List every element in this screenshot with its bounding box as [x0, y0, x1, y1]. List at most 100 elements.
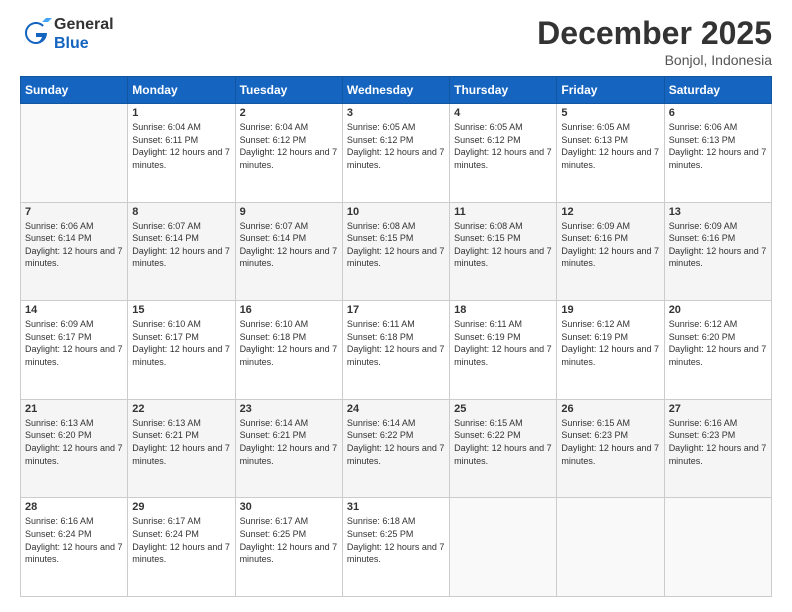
day-number: 23	[240, 403, 338, 415]
day-info: Sunrise: 6:08 AMSunset: 6:15 PMDaylight:…	[347, 220, 445, 270]
day-info: Sunrise: 6:06 AMSunset: 6:13 PMDaylight:…	[669, 121, 767, 171]
day-info: Sunrise: 6:04 AMSunset: 6:12 PMDaylight:…	[240, 121, 338, 171]
calendar-cell: 19Sunrise: 6:12 AMSunset: 6:19 PMDayligh…	[557, 301, 664, 400]
day-info: Sunrise: 6:15 AMSunset: 6:22 PMDaylight:…	[454, 417, 552, 467]
day-number: 27	[669, 403, 767, 415]
calendar-cell: 20 Sunrise: 6:12 AMSunset: 6:20 PMDayligh…	[664, 301, 771, 400]
day-number: 18	[454, 304, 552, 316]
calendar-cell: 10 Sunrise: 6:08 AMSunset: 6:15 PMDayligh…	[342, 202, 449, 301]
page: General Blue December 2025 Bonjol, Indon…	[0, 0, 792, 612]
calendar-cell: 11 Sunrise: 6:08 AMSunset: 6:15 PMDayligh…	[450, 202, 557, 301]
day-info: Sunrise: 6:12 AMSunset: 6:20 PMDaylight:…	[669, 318, 767, 368]
calendar-cell: 28 Sunrise: 6:16 AMSunset: 6:24 PMDayligh…	[21, 498, 128, 597]
calendar-cell	[450, 498, 557, 597]
day-info: Sunrise: 6:04 AMSunset: 6:11 PMDaylight:…	[132, 121, 230, 171]
day-number: 3	[347, 107, 445, 119]
calendar-week-row: 7 Sunrise: 6:06 AMSunset: 6:14 PMDaylight…	[21, 202, 772, 301]
calendar-table: SundayMondayTuesdayWednesdayThursdayFrid…	[20, 76, 772, 597]
day-info: Sunrise: 6:05 AMSunset: 6:12 PMDaylight:…	[347, 121, 445, 171]
day-info: Sunrise: 6:08 AMSunset: 6:15 PMDaylight:…	[454, 220, 552, 270]
day-info: Sunrise: 6:07 AMSunset: 6:14 PMDaylight:…	[240, 220, 338, 270]
calendar-cell: 4 Sunrise: 6:05 AMSunset: 6:12 PMDaylight…	[450, 104, 557, 203]
calendar-cell: 22 Sunrise: 6:13 AMSunset: 6:21 PMDayligh…	[128, 399, 235, 498]
day-info: Sunrise: 6:06 AMSunset: 6:14 PMDaylight:…	[25, 220, 123, 270]
day-info: Sunrise: 6:12 AMSunset: 6:19 PMDaylight:…	[561, 318, 659, 368]
calendar-cell: 17Sunrise: 6:11 AMSunset: 6:18 PMDayligh…	[342, 301, 449, 400]
header: General Blue December 2025 Bonjol, Indon…	[20, 15, 772, 68]
day-info: Sunrise: 6:15 AMSunset: 6:23 PMDaylight:…	[561, 417, 659, 467]
day-number: 30	[240, 501, 338, 513]
calendar-cell: 2 Sunrise: 6:04 AMSunset: 6:12 PMDaylight…	[235, 104, 342, 203]
day-info: Sunrise: 6:16 AMSunset: 6:24 PMDaylight:…	[25, 515, 123, 565]
calendar-cell: 7 Sunrise: 6:06 AMSunset: 6:14 PMDaylight…	[21, 202, 128, 301]
calendar-cell: 30 Sunrise: 6:17 AMSunset: 6:25 PMDayligh…	[235, 498, 342, 597]
calendar-cell: 23 Sunrise: 6:14 AMSunset: 6:21 PMDayligh…	[235, 399, 342, 498]
day-info: Sunrise: 6:07 AMSunset: 6:14 PMDaylight:…	[132, 220, 230, 270]
day-info: Sunrise: 6:09 AMSunset: 6:17 PMDaylight:…	[25, 318, 123, 368]
calendar-week-row: 28 Sunrise: 6:16 AMSunset: 6:24 PMDayligh…	[21, 498, 772, 597]
day-number: 15	[132, 304, 230, 316]
day-info: Sunrise: 6:16 AMSunset: 6:23 PMDaylight:…	[669, 417, 767, 467]
calendar-cell: 3 Sunrise: 6:05 AMSunset: 6:12 PMDaylight…	[342, 104, 449, 203]
calendar-cell: 18 Sunrise: 6:11 AMSunset: 6:19 PMDayligh…	[450, 301, 557, 400]
calendar-cell: 13Sunrise: 6:09 AMSunset: 6:16 PMDayligh…	[664, 202, 771, 301]
calendar-cell: 1 Sunrise: 6:04 AMSunset: 6:11 PMDaylight…	[128, 104, 235, 203]
day-info: Sunrise: 6:05 AMSunset: 6:12 PMDaylight:…	[454, 121, 552, 171]
day-number: 22	[132, 403, 230, 415]
weekday-header-sunday: Sunday	[21, 77, 128, 104]
logo: General Blue	[20, 15, 114, 53]
day-number: 11	[454, 206, 552, 218]
day-number: 24	[347, 403, 445, 415]
calendar-week-row: 1 Sunrise: 6:04 AMSunset: 6:11 PMDaylight…	[21, 104, 772, 203]
day-number: 7	[25, 206, 123, 218]
weekday-header-tuesday: Tuesday	[235, 77, 342, 104]
calendar-header-row: SundayMondayTuesdayWednesdayThursdayFrid…	[21, 77, 772, 104]
day-number: 16	[240, 304, 338, 316]
calendar-cell: 21Sunrise: 6:13 AMSunset: 6:20 PMDayligh…	[21, 399, 128, 498]
calendar-cell: 16 Sunrise: 6:10 AMSunset: 6:18 PMDayligh…	[235, 301, 342, 400]
day-number: 25	[454, 403, 552, 415]
weekday-header-thursday: Thursday	[450, 77, 557, 104]
calendar-cell	[557, 498, 664, 597]
day-info: Sunrise: 6:11 AMSunset: 6:18 PMDaylight:…	[347, 318, 445, 368]
calendar-cell: 15 Sunrise: 6:10 AMSunset: 6:17 PMDayligh…	[128, 301, 235, 400]
day-info: Sunrise: 6:14 AMSunset: 6:21 PMDaylight:…	[240, 417, 338, 467]
day-info: Sunrise: 6:10 AMSunset: 6:17 PMDaylight:…	[132, 318, 230, 368]
logo-icon	[20, 18, 52, 50]
day-number: 9	[240, 206, 338, 218]
day-number: 5	[561, 107, 659, 119]
day-info: Sunrise: 6:09 AMSunset: 6:16 PMDaylight:…	[669, 220, 767, 270]
day-info: Sunrise: 6:14 AMSunset: 6:22 PMDaylight:…	[347, 417, 445, 467]
day-info: Sunrise: 6:17 AMSunset: 6:25 PMDaylight:…	[240, 515, 338, 565]
title-block: December 2025 Bonjol, Indonesia	[537, 15, 772, 68]
calendar-cell: 24 Sunrise: 6:14 AMSunset: 6:22 PMDayligh…	[342, 399, 449, 498]
day-info: Sunrise: 6:10 AMSunset: 6:18 PMDaylight:…	[240, 318, 338, 368]
calendar-cell: 9 Sunrise: 6:07 AMSunset: 6:14 PMDaylight…	[235, 202, 342, 301]
calendar-cell: 12Sunrise: 6:09 AMSunset: 6:16 PMDayligh…	[557, 202, 664, 301]
calendar-cell: 27 Sunrise: 6:16 AMSunset: 6:23 PMDayligh…	[664, 399, 771, 498]
day-number: 31	[347, 501, 445, 513]
calendar-cell: 29 Sunrise: 6:17 AMSunset: 6:24 PMDayligh…	[128, 498, 235, 597]
day-number: 26	[561, 403, 659, 415]
day-number: 29	[132, 501, 230, 513]
calendar-cell: 31 Sunrise: 6:18 AMSunset: 6:25 PMDayligh…	[342, 498, 449, 597]
day-number: 4	[454, 107, 552, 119]
day-info: Sunrise: 6:09 AMSunset: 6:16 PMDaylight:…	[561, 220, 659, 270]
day-info: Sunrise: 6:17 AMSunset: 6:24 PMDaylight:…	[132, 515, 230, 565]
day-info: Sunrise: 6:18 AMSunset: 6:25 PMDaylight:…	[347, 515, 445, 565]
calendar-cell: 14 Sunrise: 6:09 AMSunset: 6:17 PMDayligh…	[21, 301, 128, 400]
day-number: 28	[25, 501, 123, 513]
location: Bonjol, Indonesia	[537, 52, 772, 68]
day-info: Sunrise: 6:13 AMSunset: 6:21 PMDaylight:…	[132, 417, 230, 467]
day-number: 10	[347, 206, 445, 218]
calendar-cell: 25 Sunrise: 6:15 AMSunset: 6:22 PMDayligh…	[450, 399, 557, 498]
day-number: 21	[25, 403, 123, 415]
day-number: 14	[25, 304, 123, 316]
day-info: Sunrise: 6:11 AMSunset: 6:19 PMDaylight:…	[454, 318, 552, 368]
calendar-cell: 6Sunrise: 6:06 AMSunset: 6:13 PMDaylight…	[664, 104, 771, 203]
calendar-cell: 5Sunrise: 6:05 AMSunset: 6:13 PMDaylight…	[557, 104, 664, 203]
day-number: 1	[132, 107, 230, 119]
calendar-cell: 26 Sunrise: 6:15 AMSunset: 6:23 PMDayligh…	[557, 399, 664, 498]
day-number: 2	[240, 107, 338, 119]
day-number: 20	[669, 304, 767, 316]
